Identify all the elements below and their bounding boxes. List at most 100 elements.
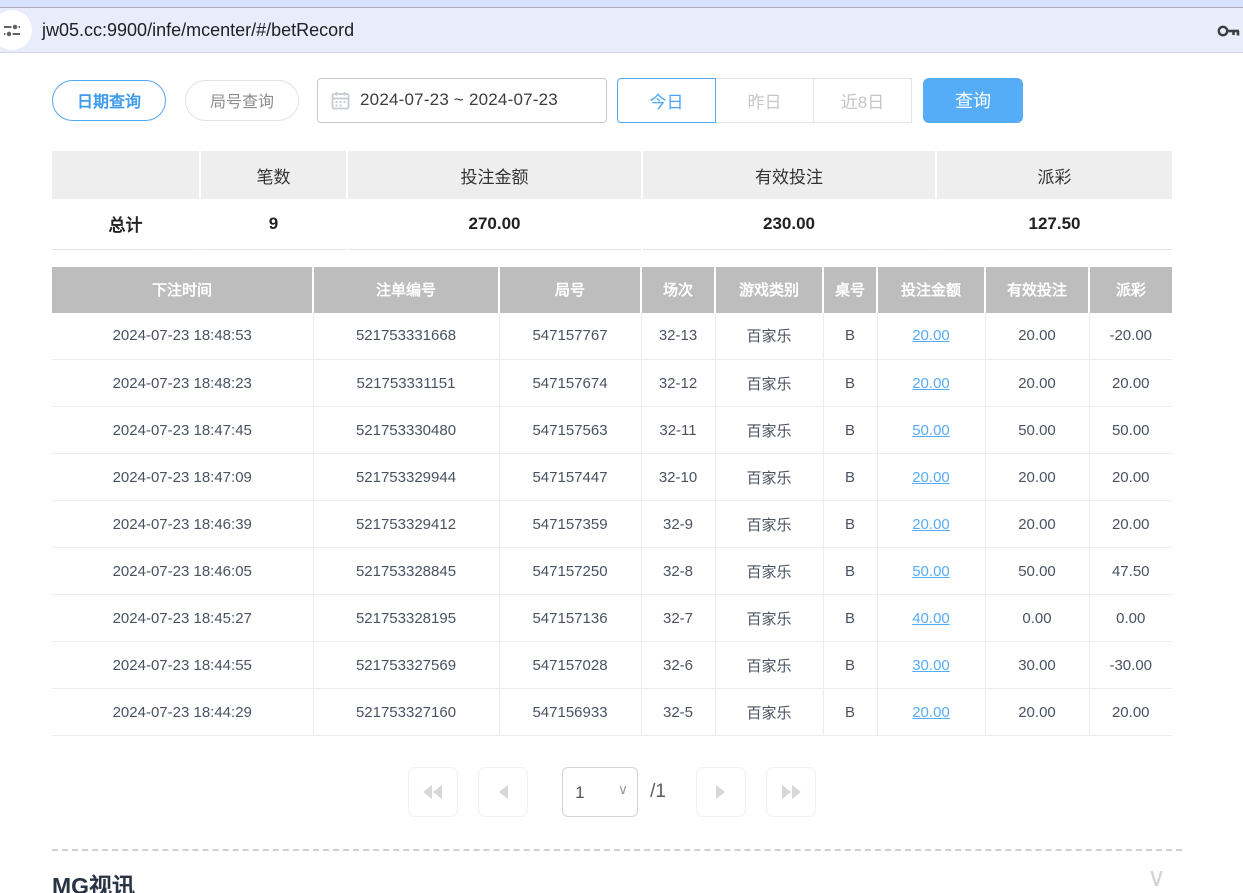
last8days-button[interactable]: 近8日 <box>813 78 912 123</box>
cell-round-no: 547157563 <box>499 407 641 454</box>
bet-table-body: 2024-07-23 18:48:53 521753331668 5471577… <box>52 313 1172 736</box>
key-icon[interactable] <box>1215 18 1241 44</box>
cell-bet-amount: 20.00 <box>877 454 985 501</box>
summary-total-row: 总计 9 270.00 230.00 127.50 <box>52 199 1172 249</box>
cell-order-no: 521753327160 <box>313 689 499 736</box>
site-settings-badge[interactable] <box>0 10 32 50</box>
cell-payout: 50.00 <box>1089 407 1172 454</box>
cell-table-no: B <box>823 689 877 736</box>
browser-frame-strip <box>0 0 1243 8</box>
address-bar[interactable]: jw05.cc:9900/infe/mcenter/#/betRecord <box>0 8 1243 53</box>
date-range-input[interactable]: 2024-07-23 ~ 2024-07-23 <box>317 78 607 123</box>
bet-record-row: 2024-07-23 18:45:27 521753328195 5471571… <box>52 595 1172 642</box>
next-page-button[interactable] <box>696 767 746 817</box>
page-select[interactable]: 1 <box>562 767 638 817</box>
bet-amount-link[interactable]: 20.00 <box>912 704 950 721</box>
cell-game-type: 百家乐 <box>715 595 823 642</box>
col-header-bet-time: 下注时间 <box>52 267 313 313</box>
cell-bet-amount: 40.00 <box>877 595 985 642</box>
cell-table-no: B <box>823 313 877 360</box>
prev-page-button[interactable] <box>478 767 528 817</box>
cell-valid-bet: 30.00 <box>985 642 1089 689</box>
cell-order-no: 521753329412 <box>313 501 499 548</box>
cell-round-no: 547157359 <box>499 501 641 548</box>
cell-session: 32-8 <box>641 548 715 595</box>
double-right-arrow-icon <box>780 783 802 801</box>
section-title: MG视讯 <box>52 867 135 893</box>
bet-amount-link[interactable]: 30.00 <box>912 657 950 674</box>
cell-game-type: 百家乐 <box>715 501 823 548</box>
today-button[interactable]: 今日 <box>617 78 716 123</box>
search-button[interactable]: 查询 <box>923 78 1023 123</box>
cell-game-type: 百家乐 <box>715 642 823 689</box>
col-header-payout: 派彩 <box>1089 267 1172 313</box>
cell-round-no: 547156933 <box>499 689 641 736</box>
bet-record-row: 2024-07-23 18:48:23 521753331151 5471576… <box>52 360 1172 407</box>
summary-table: 笔数 投注金额 有效投注 派彩 总计 9 270.00 230.00 127.5… <box>52 151 1172 250</box>
cell-game-type: 百家乐 <box>715 689 823 736</box>
cell-table-no: B <box>823 407 877 454</box>
bet-amount-link[interactable]: 20.00 <box>912 375 950 392</box>
summary-header-blank <box>52 151 200 199</box>
summary-header-valid-bet: 有效投注 <box>642 151 936 199</box>
collapsible-section-header[interactable]: MG视讯 ∨ <box>52 867 1172 893</box>
cell-order-no: 521753329944 <box>313 454 499 501</box>
cell-bet-amount: 30.00 <box>877 642 985 689</box>
col-header-order-no: 注单编号 <box>313 267 499 313</box>
cell-payout: -30.00 <box>1089 642 1172 689</box>
cell-payout: 20.00 <box>1089 501 1172 548</box>
cell-payout: 20.00 <box>1089 360 1172 407</box>
bet-amount-link[interactable]: 50.00 <box>912 422 950 439</box>
cell-session: 32-6 <box>641 642 715 689</box>
first-page-button[interactable] <box>408 767 458 817</box>
cell-session: 32-7 <box>641 595 715 642</box>
bet-amount-link[interactable]: 50.00 <box>912 563 950 580</box>
cell-bet-time: 2024-07-23 18:46:39 <box>52 501 313 548</box>
summary-count-value: 9 <box>200 199 347 249</box>
section-divider <box>52 849 1182 851</box>
summary-header-bet-amount: 投注金额 <box>347 151 642 199</box>
summary-header-payout: 派彩 <box>936 151 1172 199</box>
yesterday-button[interactable]: 昨日 <box>715 78 814 123</box>
date-query-tab[interactable]: 日期查询 <box>52 80 166 121</box>
cell-bet-time: 2024-07-23 18:48:23 <box>52 360 313 407</box>
col-header-round-no: 局号 <box>499 267 641 313</box>
cell-round-no: 547157250 <box>499 548 641 595</box>
quick-range-group: 今日 昨日 近8日 <box>618 78 912 123</box>
page-total: /1 <box>650 781 666 803</box>
cell-payout: 20.00 <box>1089 454 1172 501</box>
cell-round-no: 547157674 <box>499 360 641 407</box>
cell-bet-time: 2024-07-23 18:44:55 <box>52 642 313 689</box>
cell-valid-bet: 20.00 <box>985 454 1089 501</box>
cell-round-no: 547157028 <box>499 642 641 689</box>
round-query-tab[interactable]: 局号查询 <box>185 80 299 121</box>
section-chevron-down-icon[interactable]: ∨ <box>1147 867 1166 887</box>
cell-game-type: 百家乐 <box>715 454 823 501</box>
bet-record-row: 2024-07-23 18:46:39 521753329412 5471573… <box>52 501 1172 548</box>
cell-bet-time: 2024-07-23 18:48:53 <box>52 313 313 360</box>
bet-record-row: 2024-07-23 18:44:29 521753327160 5471569… <box>52 689 1172 736</box>
cell-valid-bet: 50.00 <box>985 407 1089 454</box>
cell-order-no: 521753331151 <box>313 360 499 407</box>
last-page-button[interactable] <box>766 767 816 817</box>
bet-amount-link[interactable]: 20.00 <box>912 516 950 533</box>
cell-payout: -20.00 <box>1089 313 1172 360</box>
calendar-icon <box>331 91 350 110</box>
bet-amount-link[interactable]: 20.00 <box>912 469 950 486</box>
summary-bet-amount-value: 270.00 <box>347 199 642 249</box>
bet-record-row: 2024-07-23 18:44:55 521753327569 5471570… <box>52 642 1172 689</box>
cell-valid-bet: 20.00 <box>985 360 1089 407</box>
cell-bet-time: 2024-07-23 18:45:27 <box>52 595 313 642</box>
cell-order-no: 521753328195 <box>313 595 499 642</box>
cell-bet-amount: 20.00 <box>877 313 985 360</box>
bet-amount-link[interactable]: 20.00 <box>912 327 950 344</box>
url-text[interactable]: jw05.cc:9900/infe/mcenter/#/betRecord <box>42 20 354 41</box>
bet-amount-link[interactable]: 40.00 <box>912 610 950 627</box>
cell-session: 32-9 <box>641 501 715 548</box>
cell-table-no: B <box>823 501 877 548</box>
cell-game-type: 百家乐 <box>715 360 823 407</box>
cell-valid-bet: 20.00 <box>985 313 1089 360</box>
col-header-bet-amount: 投注金额 <box>877 267 985 313</box>
bet-table-header-row: 下注时间 注单编号 局号 场次 游戏类别 桌号 投注金额 有效投注 派彩 <box>52 267 1172 313</box>
cell-bet-amount: 50.00 <box>877 407 985 454</box>
